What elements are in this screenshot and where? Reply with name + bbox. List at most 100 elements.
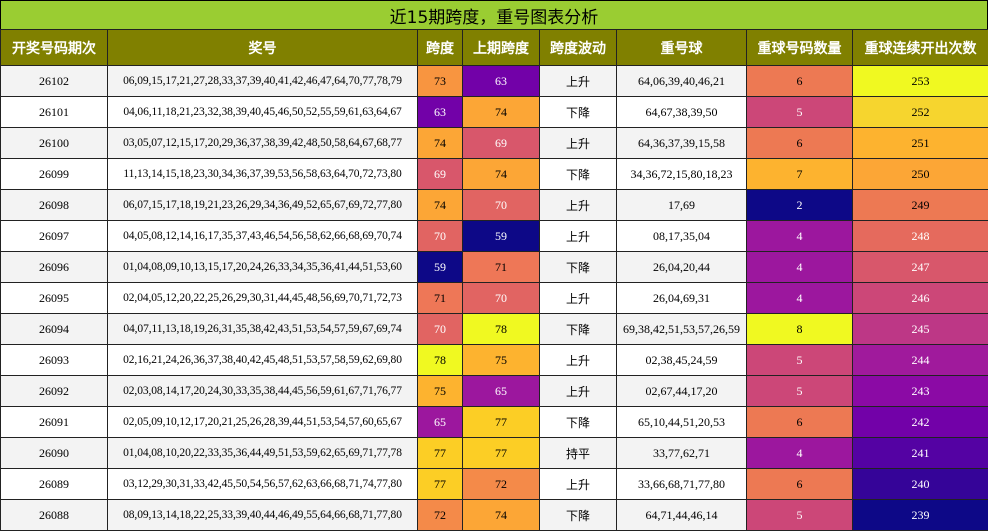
- cell-streak: 245: [852, 313, 988, 345]
- cell-trend: 上升: [539, 282, 617, 314]
- cell-streak: 252: [852, 96, 988, 128]
- table-row: 26096 01,04,08,09,10,13,15,17,20,24,26,33…: [0, 251, 988, 283]
- cell-trend: 上升: [539, 344, 617, 376]
- cell-numbers: 03,12,29,30,31,33,42,45,50,54,56,57,62,6…: [107, 468, 418, 500]
- cell-repeat-count: 6: [746, 65, 853, 97]
- header-row: 开奖号码期次 奖号 跨度 上期跨度 跨度波动 重号球 重球号码数量 重球连续开出…: [0, 29, 988, 66]
- cell-repeat-balls: 17,69: [616, 189, 747, 221]
- cell-period: 26088: [0, 499, 108, 531]
- cell-repeat-balls: 65,10,44,51,20,53: [616, 406, 747, 438]
- cell-numbers: 02,04,05,12,20,22,25,26,29,30,31,44,45,4…: [107, 282, 418, 314]
- analysis-table: 开奖号码期次 奖号 跨度 上期跨度 跨度波动 重号球 重球号码数量 重球连续开出…: [0, 29, 988, 531]
- cell-period: 26096: [0, 251, 108, 283]
- header-trend: 跨度波动: [539, 29, 617, 66]
- header-prev-span: 上期跨度: [462, 29, 540, 66]
- cell-streak: 242: [852, 406, 988, 438]
- cell-span: 69: [417, 158, 463, 190]
- cell-numbers: 01,04,08,09,10,13,15,17,20,24,26,33,34,3…: [107, 251, 418, 283]
- cell-streak: 241: [852, 437, 988, 469]
- cell-prev-span: 74: [462, 499, 540, 531]
- cell-trend: 持平: [539, 437, 617, 469]
- cell-repeat-balls: 02,67,44,17,20: [616, 375, 747, 407]
- table-row: 26095 02,04,05,12,20,22,25,26,29,30,31,44…: [0, 282, 988, 314]
- cell-prev-span: 74: [462, 96, 540, 128]
- cell-period: 26100: [0, 127, 108, 159]
- cell-repeat-balls: 64,67,38,39,50: [616, 96, 747, 128]
- header-numbers: 奖号: [107, 29, 418, 66]
- cell-span: 78: [417, 344, 463, 376]
- cell-streak: 246: [852, 282, 988, 314]
- cell-period: 26101: [0, 96, 108, 128]
- header-repeat-balls: 重号球: [616, 29, 747, 66]
- cell-prev-span: 65: [462, 375, 540, 407]
- table-row: 26089 03,12,29,30,31,33,42,45,50,54,56,57…: [0, 468, 988, 500]
- table-row: 26099 11,13,14,15,18,23,30,34,36,37,39,53…: [0, 158, 988, 190]
- cell-repeat-balls: 08,17,35,04: [616, 220, 747, 252]
- cell-repeat-balls: 33,66,68,71,77,80: [616, 468, 747, 500]
- table-row: 26098 06,07,15,17,18,19,21,23,26,29,34,36…: [0, 189, 988, 221]
- cell-prev-span: 77: [462, 437, 540, 469]
- cell-streak: 250: [852, 158, 988, 190]
- cell-streak: 239: [852, 499, 988, 531]
- cell-numbers: 04,07,11,13,18,19,26,31,35,38,42,43,51,5…: [107, 313, 418, 345]
- cell-trend: 上升: [539, 375, 617, 407]
- cell-prev-span: 75: [462, 344, 540, 376]
- cell-repeat-balls: 34,36,72,15,80,18,23: [616, 158, 747, 190]
- cell-repeat-balls: 02,38,45,24,59: [616, 344, 747, 376]
- cell-streak: 249: [852, 189, 988, 221]
- cell-repeat-balls: 64,71,44,46,14: [616, 499, 747, 531]
- header-repeat-count: 重球号码数量: [746, 29, 853, 66]
- cell-trend: 下降: [539, 158, 617, 190]
- cell-span: 77: [417, 437, 463, 469]
- cell-period: 26097: [0, 220, 108, 252]
- cell-streak: 247: [852, 251, 988, 283]
- cell-numbers: 06,09,15,17,21,27,28,33,37,39,40,41,42,4…: [107, 65, 418, 97]
- cell-numbers: 04,06,11,18,21,23,32,38,39,40,45,46,50,5…: [107, 96, 418, 128]
- header-period: 开奖号码期次: [0, 29, 108, 66]
- cell-repeat-balls: 26,04,20,44: [616, 251, 747, 283]
- cell-prev-span: 69: [462, 127, 540, 159]
- cell-prev-span: 70: [462, 282, 540, 314]
- cell-numbers: 04,05,08,12,14,16,17,35,37,43,46,54,56,5…: [107, 220, 418, 252]
- cell-trend: 下降: [539, 251, 617, 283]
- cell-period: 26092: [0, 375, 108, 407]
- cell-streak: 248: [852, 220, 988, 252]
- cell-period: 26091: [0, 406, 108, 438]
- cell-streak: 240: [852, 468, 988, 500]
- cell-repeat-count: 4: [746, 437, 853, 469]
- cell-span: 70: [417, 313, 463, 345]
- table-row: 26092 02,03,08,14,17,20,24,30,33,35,38,44…: [0, 375, 988, 407]
- cell-trend: 下降: [539, 406, 617, 438]
- cell-numbers: 06,07,15,17,18,19,21,23,26,29,34,36,49,5…: [107, 189, 418, 221]
- cell-period: 26102: [0, 65, 108, 97]
- cell-trend: 下降: [539, 96, 617, 128]
- cell-numbers: 02,16,21,24,26,36,37,38,40,42,45,48,51,5…: [107, 344, 418, 376]
- cell-span: 73: [417, 65, 463, 97]
- table-row: 26102 06,09,15,17,21,27,28,33,37,39,40,41…: [0, 65, 988, 97]
- cell-repeat-balls: 26,04,69,31: [616, 282, 747, 314]
- cell-repeat-count: 4: [746, 251, 853, 283]
- cell-period: 26094: [0, 313, 108, 345]
- table-row: 26093 02,16,21,24,26,36,37,38,40,42,45,48…: [0, 344, 988, 376]
- cell-numbers: 11,13,14,15,18,23,30,34,36,37,39,53,56,5…: [107, 158, 418, 190]
- cell-repeat-count: 7: [746, 158, 853, 190]
- cell-span: 75: [417, 375, 463, 407]
- cell-prev-span: 78: [462, 313, 540, 345]
- cell-repeat-count: 6: [746, 406, 853, 438]
- cell-streak: 243: [852, 375, 988, 407]
- cell-streak: 251: [852, 127, 988, 159]
- cell-trend: 上升: [539, 468, 617, 500]
- cell-period: 26093: [0, 344, 108, 376]
- table-row: 26094 04,07,11,13,18,19,26,31,35,38,42,43…: [0, 313, 988, 345]
- cell-repeat-count: 5: [746, 499, 853, 531]
- cell-trend: 上升: [539, 220, 617, 252]
- cell-numbers: 01,04,08,10,20,22,33,35,36,44,49,51,53,5…: [107, 437, 418, 469]
- cell-trend: 下降: [539, 499, 617, 531]
- cell-trend: 上升: [539, 127, 617, 159]
- table-row: 26091 02,05,09,10,12,17,20,21,25,26,28,39…: [0, 406, 988, 438]
- cell-span: 59: [417, 251, 463, 283]
- cell-repeat-count: 5: [746, 344, 853, 376]
- cell-numbers: 08,09,13,14,18,22,25,33,39,40,44,46,49,5…: [107, 499, 418, 531]
- cell-repeat-balls: 33,77,62,71: [616, 437, 747, 469]
- cell-trend: 上升: [539, 189, 617, 221]
